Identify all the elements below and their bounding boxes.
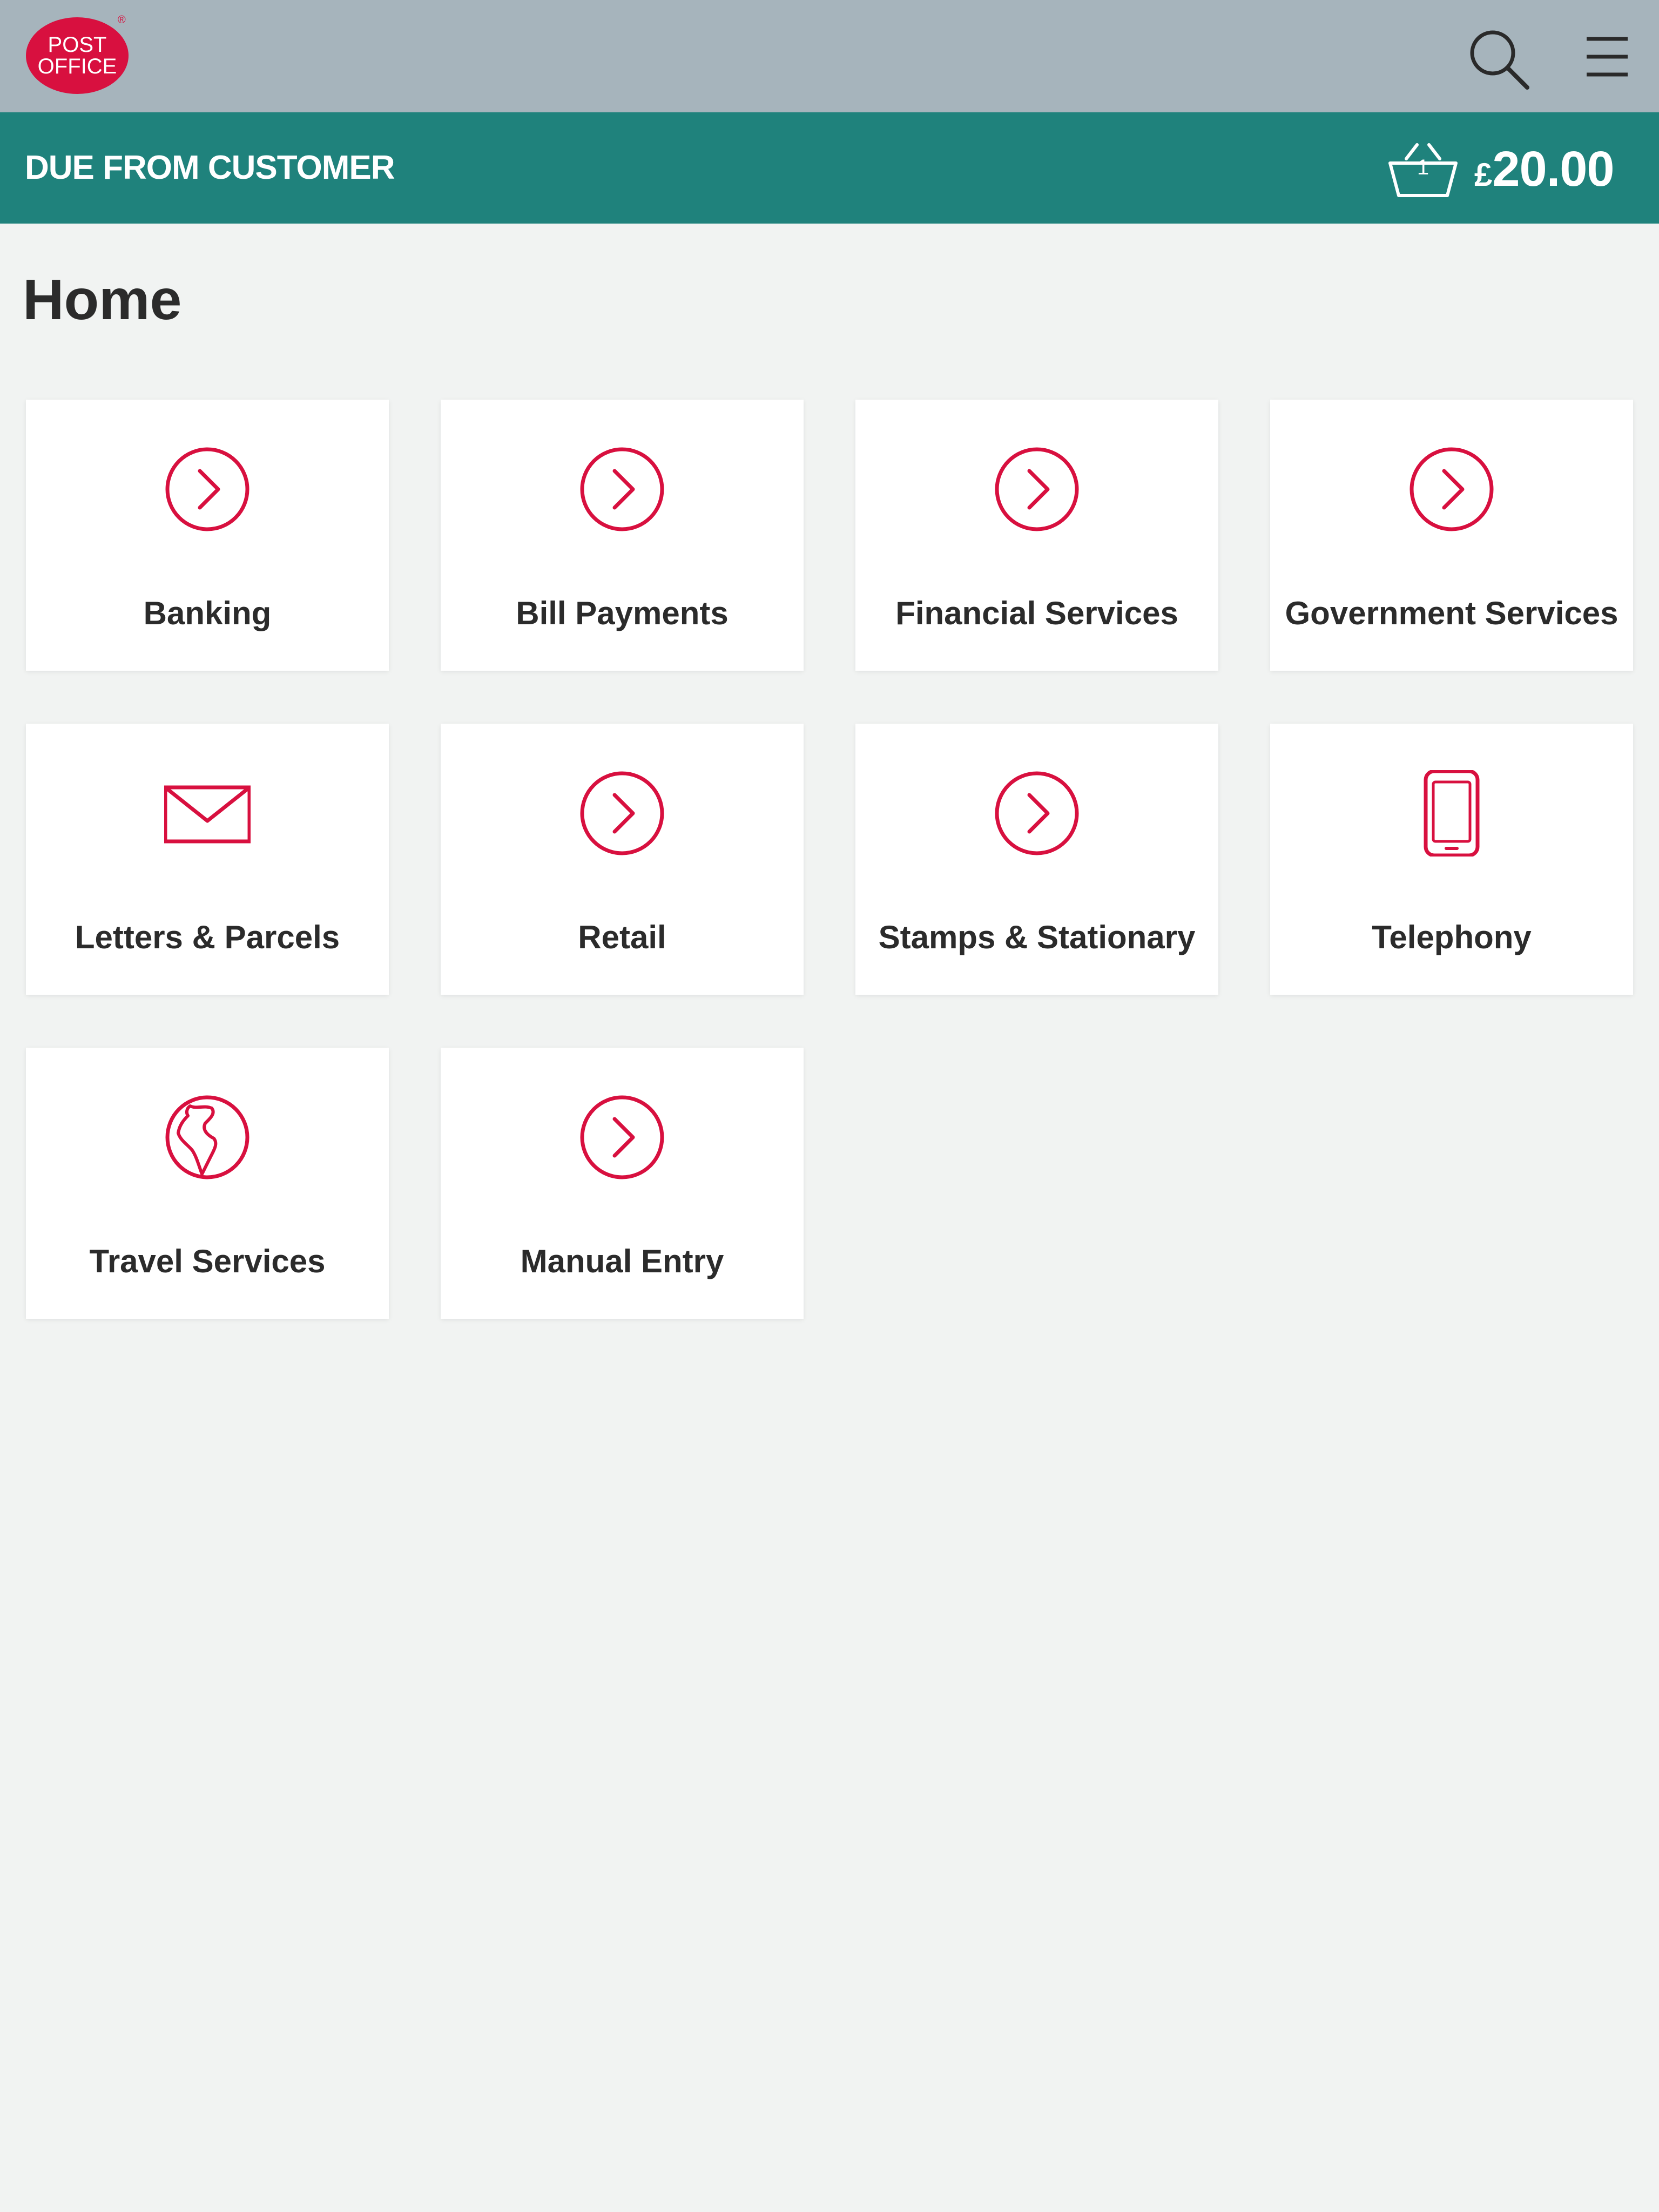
tile-label: Telephony: [1372, 919, 1532, 955]
chevron-circle-icon: [1410, 447, 1494, 531]
envelope-icon: [164, 785, 251, 844]
chevron-circle-icon: [995, 447, 1079, 531]
due-from-customer-bar: DUE FROM CUSTOMER 1 £20.00: [0, 112, 1659, 224]
currency-symbol: £: [1474, 157, 1493, 193]
search-icon[interactable]: [1467, 27, 1532, 92]
tile-label: Bill Payments: [516, 595, 729, 631]
tile-retail[interactable]: Retail: [441, 724, 804, 995]
svg-text:OFFICE: OFFICE: [38, 55, 117, 78]
mobile-phone-icon: [1424, 770, 1480, 857]
tile-label: Retail: [578, 919, 666, 955]
tile-letters-parcels[interactable]: Letters & Parcels: [26, 724, 389, 995]
tile-label: Travel Services: [89, 1243, 326, 1279]
due-from-customer-label: DUE FROM CUSTOMER: [25, 149, 395, 186]
tile-travel-services[interactable]: Travel Services: [26, 1048, 389, 1319]
tile-label: Government Services: [1285, 595, 1618, 631]
chevron-circle-icon: [165, 447, 249, 531]
svg-text:POST: POST: [48, 33, 107, 57]
post-office-logo[interactable]: POST OFFICE: [25, 16, 130, 95]
chevron-circle-icon: [995, 771, 1079, 855]
chevron-circle-icon: [580, 447, 664, 531]
top-header: POST OFFICE ®: [0, 0, 1659, 112]
basket-count: 1: [1417, 156, 1429, 179]
tile-bill-payments[interactable]: Bill Payments: [441, 400, 804, 671]
tile-manual-entry[interactable]: Manual Entry: [441, 1048, 804, 1319]
registered-mark: ®: [118, 14, 126, 26]
tile-government-services[interactable]: Government Services: [1270, 400, 1633, 671]
chevron-circle-icon: [580, 771, 664, 855]
tile-stamps-stationary[interactable]: Stamps & Stationary: [855, 724, 1218, 995]
tile-label: Banking: [143, 595, 272, 631]
tile-telephony[interactable]: Telephony: [1270, 724, 1633, 995]
tile-banking[interactable]: Banking: [26, 400, 389, 671]
due-amount: £20.00: [1474, 112, 1615, 224]
amount-value: 20.00: [1492, 141, 1614, 197]
tile-label: Financial Services: [895, 595, 1178, 631]
chevron-circle-icon: [580, 1095, 664, 1179]
hamburger-menu-icon[interactable]: [1577, 27, 1636, 86]
tile-label: Letters & Parcels: [75, 919, 340, 955]
page-title: Home: [23, 268, 182, 332]
tile-financial-services[interactable]: Financial Services: [855, 400, 1218, 671]
globe-icon: [165, 1095, 249, 1179]
tile-label: Manual Entry: [520, 1243, 724, 1279]
tile-label: Stamps & Stationary: [878, 919, 1196, 955]
